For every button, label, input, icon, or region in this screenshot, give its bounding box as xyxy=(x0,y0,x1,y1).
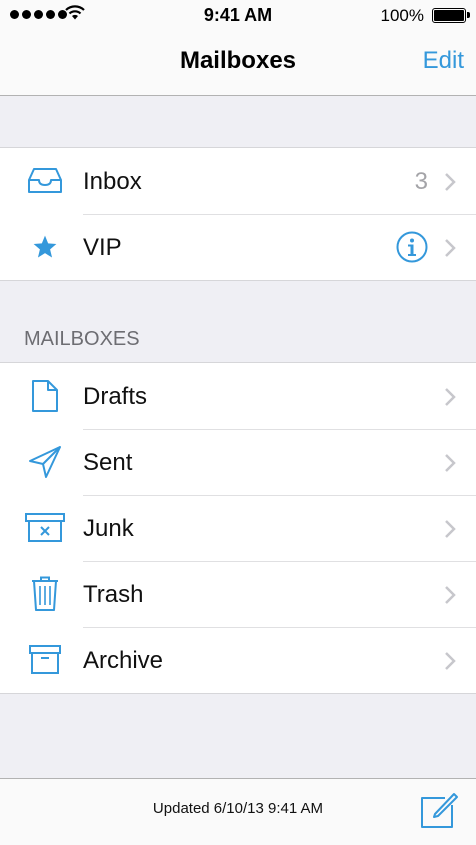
star-icon xyxy=(24,227,66,267)
junk-bin-icon xyxy=(24,508,66,548)
mailbox-row-drafts[interactable]: Drafts xyxy=(0,363,476,429)
trash-can-icon xyxy=(24,574,66,614)
mailbox-label: Trash xyxy=(83,581,144,608)
bottom-toolbar: Updated 6/10/13 9:41 AM xyxy=(0,778,476,845)
mailbox-row-junk[interactable]: Junk xyxy=(0,495,476,561)
mailbox-label: Inbox xyxy=(83,168,142,195)
chevron-right-icon xyxy=(445,652,456,670)
navigation-bar: Mailboxes Edit xyxy=(0,32,476,96)
mailbox-row-sent[interactable]: Sent xyxy=(0,429,476,495)
chevron-right-icon xyxy=(445,454,456,472)
favorites-group: Inbox 3 VIP xyxy=(0,147,476,281)
chevron-right-icon xyxy=(445,586,456,604)
mailboxes-group: Drafts Sent Junk Trash Archive xyxy=(0,362,476,694)
section-header: MAILBOXES xyxy=(24,328,140,350)
battery-percent: 100% xyxy=(380,6,424,25)
mailbox-label: Junk xyxy=(83,515,134,542)
paper-plane-icon xyxy=(24,442,66,482)
archive-box-icon xyxy=(24,640,66,680)
mailbox-row-trash[interactable]: Trash xyxy=(0,561,476,627)
mailbox-row-inbox[interactable]: Inbox 3 xyxy=(0,148,476,214)
info-icon[interactable] xyxy=(396,231,428,263)
chevron-right-icon xyxy=(445,520,456,538)
compose-icon[interactable] xyxy=(420,791,460,829)
status-bar: 9:41 AM 100% xyxy=(0,0,476,32)
chevron-right-icon xyxy=(445,173,456,191)
mailbox-row-vip[interactable]: VIP xyxy=(0,214,476,280)
unread-count: 3 xyxy=(414,168,428,195)
inbox-icon xyxy=(24,161,66,201)
page-title: Mailboxes xyxy=(179,47,297,74)
mailbox-label: Drafts xyxy=(83,383,148,410)
mailbox-label: VIP xyxy=(83,234,122,261)
chevron-right-icon xyxy=(445,239,456,257)
mailbox-label: Sent xyxy=(83,449,133,476)
mailbox-label: Archive xyxy=(83,647,164,674)
chevron-right-icon xyxy=(445,388,456,406)
last-updated-text: Updated 6/10/13 9:41 AM xyxy=(152,800,324,817)
edit-button[interactable]: Edit xyxy=(423,47,464,75)
mailbox-row-archive[interactable]: Archive xyxy=(0,627,476,693)
document-icon xyxy=(24,376,66,416)
battery-icon xyxy=(432,8,470,23)
